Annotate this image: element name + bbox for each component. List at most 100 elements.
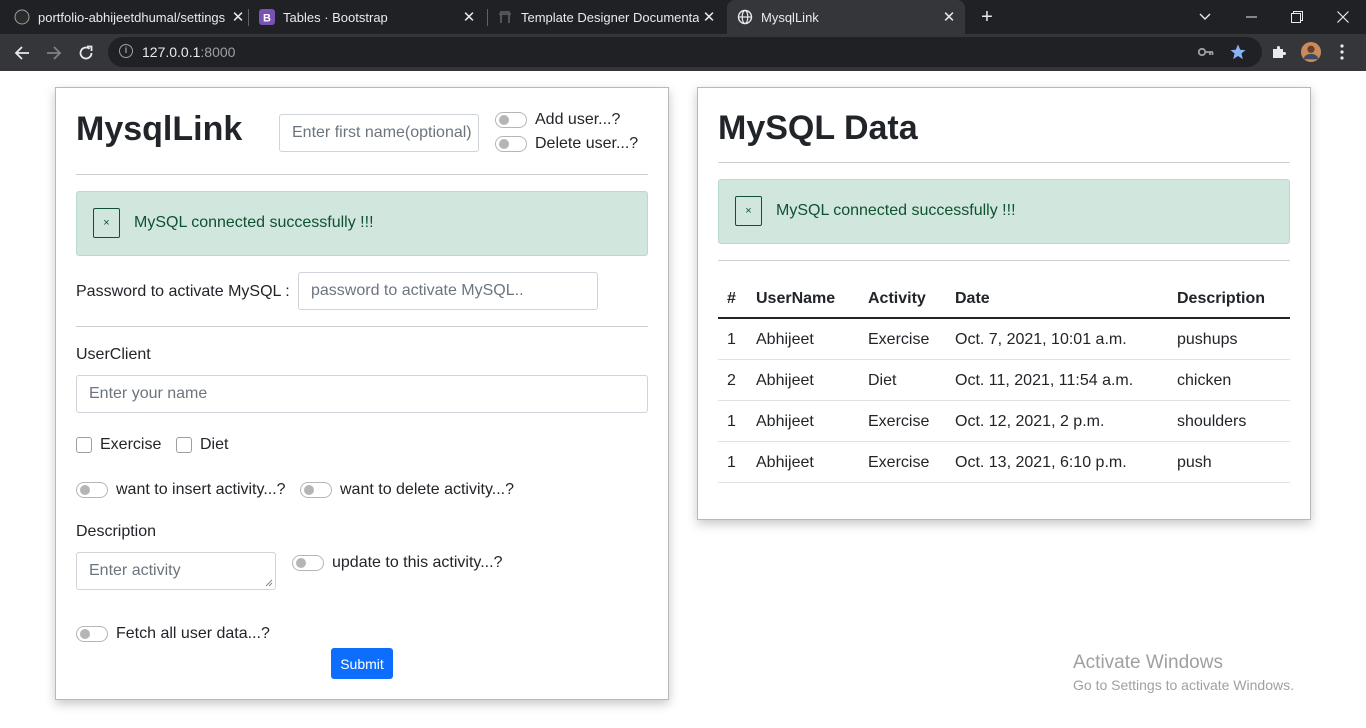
activate-windows-title: Activate Windows xyxy=(1073,652,1223,673)
table-cell: shoulders xyxy=(1177,412,1247,430)
divider xyxy=(76,174,648,175)
table-cell: Abhijeet xyxy=(756,330,814,348)
more-menu-icon[interactable] xyxy=(1332,42,1352,62)
divider xyxy=(76,326,648,327)
minimize-icon[interactable] xyxy=(1229,0,1273,34)
user-name-placeholder: Enter your name xyxy=(89,385,208,402)
table-cell: 2 xyxy=(727,371,736,389)
exercise-checkbox[interactable] xyxy=(76,437,92,453)
tab-search-chevron-icon[interactable] xyxy=(1183,0,1227,34)
diet-checkbox[interactable] xyxy=(176,437,192,453)
new-tab-icon[interactable]: + xyxy=(977,6,997,28)
divider xyxy=(718,162,1290,163)
tab-strip: portfolio-abhijeetdhumal/settings ✕ B Ta… xyxy=(0,0,1366,34)
extensions-puzzle-icon[interactable] xyxy=(1269,42,1289,62)
tab-github[interactable]: portfolio-abhijeetdhumal/settings ✕ xyxy=(14,0,248,34)
alert-close-button[interactable]: × xyxy=(735,196,762,226)
fetch-all-label: Fetch all user data...? xyxy=(116,625,270,642)
resize-handle-icon[interactable] xyxy=(265,579,273,587)
table-row: 1 Abhijeet Exercise Oct. 12, 2021, 2 p.m… xyxy=(718,401,1290,442)
browser-toolbar: i 127.0.0.1:8000 xyxy=(0,34,1366,71)
insert-activity-switch[interactable] xyxy=(76,482,108,498)
success-alert: × MySQL connected successfully !!! xyxy=(76,191,648,256)
submit-button[interactable]: Submit xyxy=(331,648,393,679)
tab-divider xyxy=(248,9,249,26)
table-cell: 1 xyxy=(727,412,736,430)
update-activity-label: update to this activity...? xyxy=(332,554,503,571)
close-tab-icon[interactable]: ✕ xyxy=(939,8,959,26)
table-header-cell: Activity xyxy=(868,289,926,307)
table-cell: pushups xyxy=(1177,330,1238,348)
table-cell: push xyxy=(1177,453,1212,471)
table-header-cell: Description xyxy=(1177,289,1266,307)
tab-title: Tables · Bootstrap xyxy=(283,9,388,25)
table-header-row: # UserName Activity Date Description xyxy=(718,278,1290,319)
update-activity-switch[interactable] xyxy=(292,555,324,571)
table-cell: Diet xyxy=(868,371,897,389)
table-header-cell: Date xyxy=(955,289,990,307)
table-cell: Exercise xyxy=(868,330,930,348)
tab-mysqllink[interactable]: MysqlLink ✕ xyxy=(727,0,965,34)
close-tab-icon[interactable]: ✕ xyxy=(699,8,719,26)
table-cell: chicken xyxy=(1177,371,1232,389)
tab-divider xyxy=(487,9,488,26)
exercise-label: Exercise xyxy=(100,436,162,453)
activity-textarea[interactable]: Enter activity xyxy=(76,552,276,590)
password-placeholder: password to activate MySQL.. xyxy=(311,282,524,299)
table-cell: Exercise xyxy=(868,412,930,430)
password-label: Password to activate MySQL : xyxy=(76,283,290,300)
table-cell: Oct. 13, 2021, 6:10 p.m. xyxy=(955,453,1127,471)
table-cell: 1 xyxy=(727,330,736,348)
table-row: 1 Abhijeet Exercise Oct. 7, 2021, 10:01 … xyxy=(718,319,1290,360)
description-label: Description xyxy=(76,523,157,540)
first-name-placeholder: Enter first name(optional) xyxy=(292,124,472,141)
table-cell: Oct. 7, 2021, 10:01 a.m. xyxy=(955,330,1127,348)
add-user-label: Add user...? xyxy=(535,111,621,128)
insert-activity-label: want to insert activity...? xyxy=(116,481,286,498)
profile-avatar[interactable] xyxy=(1301,42,1321,62)
data-title: MySQL Data xyxy=(718,109,918,147)
alert-message: MySQL connected successfully !!! xyxy=(134,214,374,231)
table-cell: Oct. 11, 2021, 11:54 a.m. xyxy=(955,371,1134,389)
tab-title: Template Designer Documentation xyxy=(521,9,699,25)
delete-user-switch[interactable] xyxy=(495,136,527,152)
alert-message: MySQL connected successfully !!! xyxy=(776,202,1016,219)
fetch-all-switch[interactable] xyxy=(76,626,108,642)
close-window-icon[interactable] xyxy=(1321,0,1365,34)
close-tab-icon[interactable]: ✕ xyxy=(228,8,248,26)
bookmark-star-icon[interactable] xyxy=(1228,42,1248,62)
site-info-icon[interactable]: i xyxy=(119,44,133,58)
address-bar[interactable]: i 127.0.0.1:8000 xyxy=(108,37,1262,67)
delete-activity-label: want to delete activity...? xyxy=(340,481,515,498)
tab-bootstrap[interactable]: B Tables · Bootstrap ✕ xyxy=(259,0,479,34)
divider xyxy=(718,260,1290,261)
back-icon[interactable] xyxy=(9,40,35,66)
table-cell: Oct. 12, 2021, 2 p.m. xyxy=(955,412,1105,430)
table-row: 2 Abhijeet Diet Oct. 11, 2021, 11:54 a.m… xyxy=(718,360,1290,401)
alert-close-button[interactable]: × xyxy=(93,208,120,238)
globe-icon xyxy=(737,9,753,25)
diet-label: Diet xyxy=(200,436,229,453)
jinja-icon xyxy=(497,9,513,25)
table-cell: Abhijeet xyxy=(756,371,814,389)
table-cell: Abhijeet xyxy=(756,412,814,430)
password-input[interactable]: password to activate MySQL.. xyxy=(298,272,598,310)
bootstrap-icon: B xyxy=(259,9,275,25)
svg-text:B: B xyxy=(263,13,271,25)
tab-jinja[interactable]: Template Designer Documentation ✕ xyxy=(497,0,719,34)
key-icon[interactable] xyxy=(1196,42,1216,62)
close-tab-icon[interactable]: ✕ xyxy=(459,8,479,26)
forward-icon[interactable] xyxy=(41,40,67,66)
add-user-switch[interactable] xyxy=(495,112,527,128)
table-header-cell: UserName xyxy=(756,289,836,307)
reload-icon[interactable] xyxy=(73,40,99,66)
activity-table: # UserName Activity Date Description 1 A… xyxy=(718,278,1290,483)
url-text: 127.0.0.1:8000 xyxy=(142,44,236,60)
success-alert: × MySQL connected successfully !!! xyxy=(718,179,1290,244)
restore-icon[interactable] xyxy=(1275,0,1319,34)
delete-activity-switch[interactable] xyxy=(300,482,332,498)
page-title: MysqlLink xyxy=(76,110,243,148)
first-name-input[interactable]: Enter first name(optional) xyxy=(279,114,479,152)
user-name-input[interactable]: Enter your name xyxy=(76,375,648,413)
activate-windows-subtitle: Go to Settings to activate Windows. xyxy=(1073,677,1294,693)
